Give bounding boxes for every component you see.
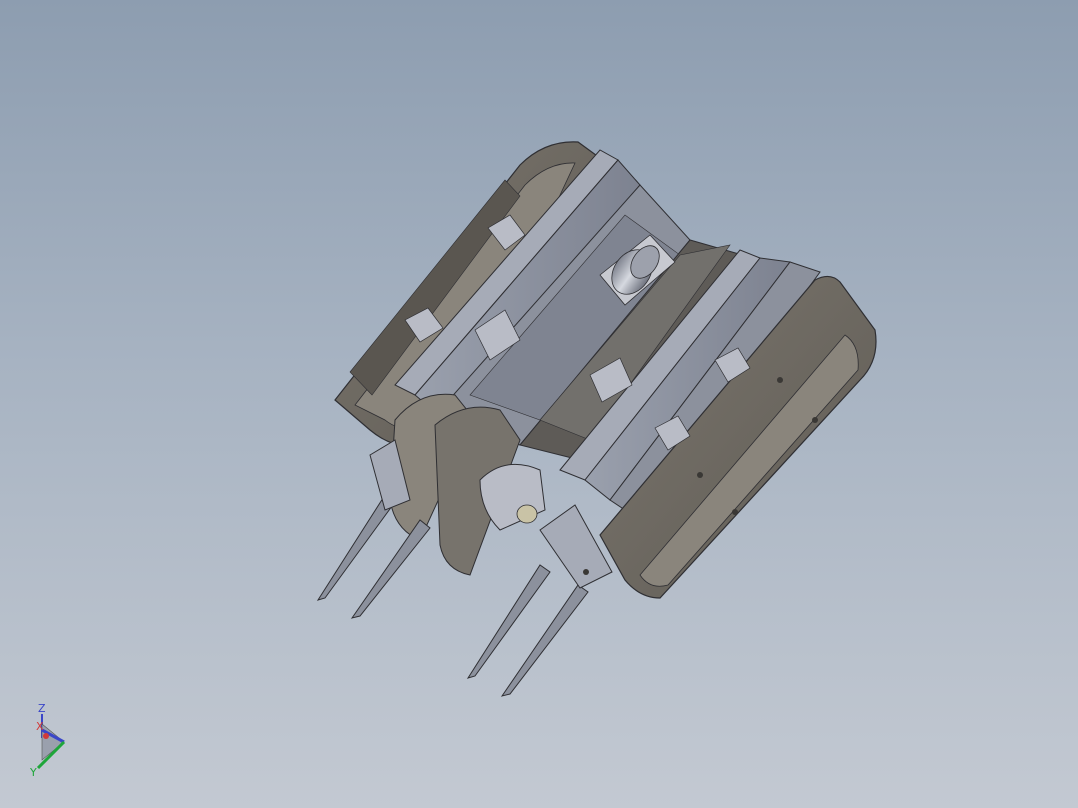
cad-viewport[interactable]: Z X Y (0, 0, 1078, 808)
orientation-triad[interactable]: Z X Y (22, 700, 82, 780)
x-axis-marker (43, 733, 49, 739)
y-axis-label: Y (29, 766, 37, 779)
z-axis-label: Z (38, 702, 46, 715)
x-axis-label: X (36, 720, 44, 733)
assembly-model[interactable] (0, 0, 1078, 808)
